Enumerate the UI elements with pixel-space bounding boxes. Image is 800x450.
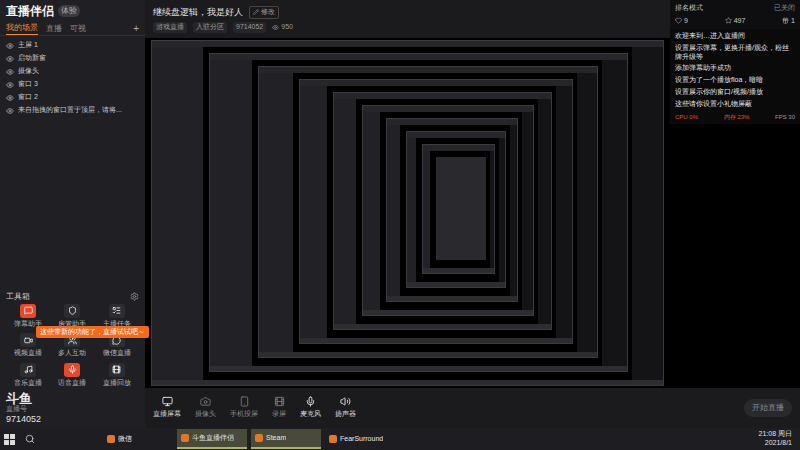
- preview-frame: [333, 92, 552, 330]
- eye-icon[interactable]: [6, 81, 14, 89]
- tool-item[interactable]: 音乐直播: [6, 363, 50, 389]
- screen: 直播伴侣体验我的场景直播可视+主屏 1启动新窗摄像头窗口 3窗口 2来自拖拽的窗…: [0, 0, 800, 450]
- chat-message: 设置为了一个播放floa，暗暗: [675, 76, 795, 85]
- control-button[interactable]: 录屏: [272, 396, 286, 420]
- control-icon: [200, 396, 211, 407]
- preview-frame: [299, 79, 573, 344]
- control-button[interactable]: 手机投屏: [230, 396, 258, 420]
- tool-icon: [112, 365, 121, 374]
- tool-icon: [24, 306, 33, 315]
- preview-frame: [209, 53, 628, 372]
- preview-frame: [406, 131, 506, 288]
- toolbox: 工具箱弹幕助手房管助手主播任务视频直播多人互动微信直播音乐直播语音直播直播回放这…: [0, 290, 145, 391]
- app-window: 直播伴侣体验我的场景直播可视+主屏 1启动新窗摄像头窗口 3窗口 2来自拖拽的窗…: [0, 0, 800, 428]
- tool-icon: [24, 365, 33, 374]
- eye-icon[interactable]: [6, 42, 14, 50]
- stat-icon: [782, 17, 789, 24]
- viewers-icon: [272, 24, 279, 31]
- preview-core: [436, 157, 485, 260]
- tool-icon: [24, 336, 33, 345]
- stat-icon: [675, 17, 682, 24]
- header: 继续盘逻辑，我是好人修改游戏直播入驻分区9714052950: [145, 0, 670, 38]
- header-tag: 9714052: [233, 22, 266, 33]
- clock: 21:08 周日2021/8/1: [759, 430, 796, 448]
- settings-icon[interactable]: [130, 292, 139, 301]
- scene-item[interactable]: 主屏 1: [0, 39, 145, 52]
- scene-item[interactable]: 摄像头: [0, 65, 145, 78]
- chat-panel: 排名模式已关闭94971欢迎来到…进入直播间设置展示弹幕，更换开播/观众，粉丝牌…: [670, 0, 800, 388]
- control-button[interactable]: 直播屏幕: [153, 396, 181, 420]
- header-tag: 游戏直播: [153, 22, 187, 33]
- taskbar-app[interactable]: 微信: [103, 429, 173, 449]
- chat-message: 这些请你设置小礼物屏蔽: [675, 100, 795, 109]
- preview-frame: [422, 144, 494, 274]
- chat-stat: 9: [675, 16, 688, 27]
- scene-item[interactable]: 窗口 2: [0, 91, 145, 104]
- tool-icon: [68, 365, 77, 374]
- control-icon: [340, 396, 351, 407]
- main: 继续盘逻辑，我是好人修改游戏直播入驻分区9714052950排名模式已关闭949…: [145, 0, 800, 428]
- chat-message: 欢迎来到…进入直播间: [675, 32, 795, 41]
- tool-item[interactable]: 语音直播: [50, 363, 94, 389]
- start-button[interactable]: 开始直播: [744, 399, 792, 417]
- tool-icon: [68, 306, 77, 315]
- app-badge: 体验: [58, 5, 80, 17]
- sidebar-tab[interactable]: 直播: [46, 23, 62, 35]
- control-button[interactable]: 扬声器: [335, 396, 356, 420]
- app-logo: 直播伴侣: [6, 2, 54, 20]
- control-icon: [162, 396, 173, 407]
- windows-icon[interactable]: [4, 434, 15, 445]
- taskbar-app[interactable]: FearSurround: [325, 429, 395, 449]
- control-bar: 直播屏幕摄像头手机投屏录屏麦克风扬声器 开始直播: [145, 388, 800, 428]
- eye-icon[interactable]: [6, 94, 14, 102]
- stat-icon: [725, 17, 732, 24]
- scene-item[interactable]: 窗口 3: [0, 78, 145, 91]
- search-icon[interactable]: [25, 434, 35, 444]
- scene-item[interactable]: 来自拖拽的窗口置于顶层，请将...: [0, 104, 145, 117]
- stream-title: 继续盘逻辑，我是好人: [153, 6, 243, 20]
- eye-icon[interactable]: [6, 55, 14, 63]
- pencil-icon: [253, 9, 259, 15]
- tooltip: 这些带新的功能了，直播试试吧～: [36, 326, 149, 339]
- room-logo: 斗鱼: [6, 392, 139, 405]
- preview-frame: [151, 40, 664, 386]
- taskbar-app[interactable]: Steam: [251, 429, 321, 449]
- eye-icon[interactable]: [6, 68, 14, 76]
- control-icon: [274, 396, 285, 407]
- preview-frame: [258, 66, 599, 358]
- sidebar: 直播伴侣体验我的场景直播可视 + 主屏 1启动新窗摄像头窗口 3窗口 2来自拖拽的窗…: [0, 0, 145, 428]
- room-info: 斗鱼直播号9714052: [0, 390, 145, 428]
- preview-frame: [386, 118, 519, 302]
- chat-stat: 497: [725, 16, 746, 27]
- control-button[interactable]: 摄像头: [195, 396, 216, 420]
- add-scene-button[interactable]: +: [133, 21, 139, 36]
- chat-stat: 1: [782, 16, 795, 27]
- chat-message: 设置展示你的窗口/视频/播放: [675, 88, 795, 97]
- control-icon: [239, 396, 250, 407]
- chat-message: 设置展示弹幕，更换开播/观众，粉丝牌升级等: [675, 44, 795, 62]
- tool-icon: [112, 306, 121, 315]
- control-icon: [305, 396, 316, 407]
- preview-frame: [362, 105, 534, 316]
- control-button[interactable]: 麦克风: [300, 396, 321, 420]
- status-row: CPU 0%内存 23%FPS 30: [670, 111, 800, 124]
- sidebar-tab[interactable]: 我的场景: [6, 22, 38, 35]
- scene-item[interactable]: 启动新窗: [0, 52, 145, 65]
- preview: [145, 38, 670, 388]
- taskbar-app[interactable]: 斗鱼直播伴侣: [177, 429, 247, 449]
- tool-item[interactable]: 直播回放: [95, 363, 139, 389]
- sidebar-tab[interactable]: 可视: [70, 23, 86, 35]
- eye-icon[interactable]: [6, 107, 14, 115]
- taskbar: 微信斗鱼直播伴侣SteamFearSurround 21:08 周日2021/8/…: [0, 428, 800, 450]
- header-tag: 入驻分区: [193, 22, 227, 33]
- edit-button[interactable]: 修改: [249, 6, 279, 19]
- chat-message: 添加弹幕助手成功: [675, 64, 795, 73]
